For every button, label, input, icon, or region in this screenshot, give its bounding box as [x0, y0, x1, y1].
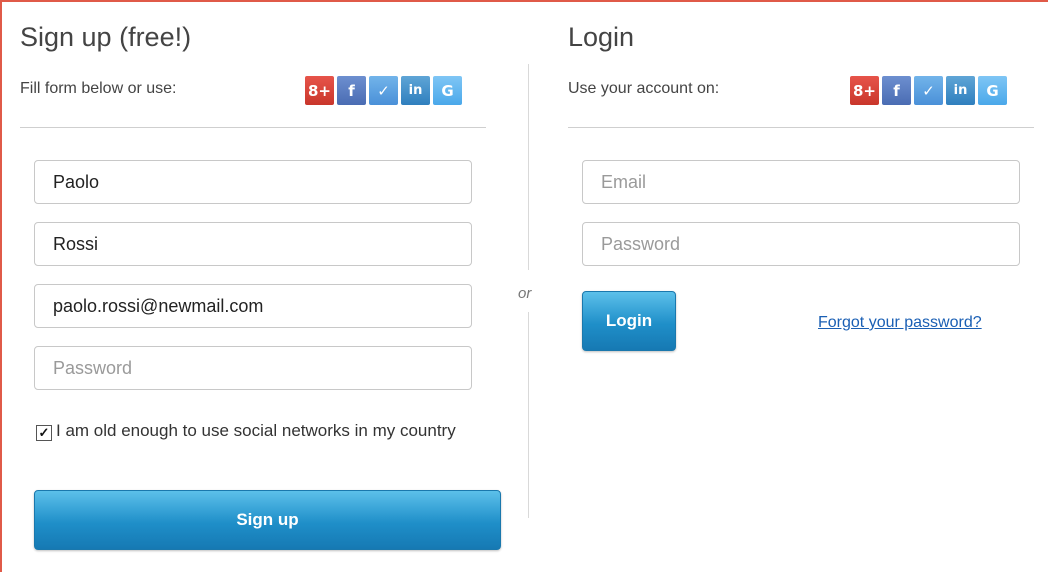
age-checkbox-label: I am old enough to use social networks i…	[56, 421, 456, 440]
google-plus-icon[interactable]: 8+	[850, 76, 879, 105]
first-name-field[interactable]: Paolo	[34, 160, 472, 204]
signup-rule	[20, 127, 486, 128]
login-social-buttons: 8+ f ✓ in G	[850, 76, 1007, 105]
forgot-password-link[interactable]: Forgot your password?	[818, 314, 982, 332]
email-field[interactable]: paolo.rossi@newmail.com	[34, 284, 472, 328]
or-separator: or	[518, 285, 532, 302]
login-email-field[interactable]: Email	[582, 160, 1020, 204]
login-title: Login	[568, 22, 635, 52]
age-confirmation: ✓ I am old enough to use social networks …	[36, 420, 476, 442]
linkedin-icon[interactable]: in	[946, 76, 975, 105]
frame-left-border	[0, 0, 2, 572]
messenger-icon[interactable]: ✓	[369, 76, 398, 105]
frame-top-border	[0, 0, 1048, 2]
google-plus-icon[interactable]: 8+	[305, 76, 334, 105]
signup-title: Sign up (free!)	[20, 22, 192, 52]
login-rule	[568, 127, 1034, 128]
vertical-divider-top	[528, 64, 529, 270]
signup-button[interactable]: Sign up	[34, 490, 501, 550]
google-icon[interactable]: G	[433, 76, 462, 105]
google-icon[interactable]: G	[978, 76, 1007, 105]
vertical-divider-bottom	[528, 312, 529, 518]
signup-social-buttons: 8+ f ✓ in G	[305, 76, 462, 105]
linkedin-icon[interactable]: in	[401, 76, 430, 105]
last-name-field[interactable]: Rossi	[34, 222, 472, 266]
messenger-icon[interactable]: ✓	[914, 76, 943, 105]
login-password-field[interactable]: Password	[582, 222, 1020, 266]
facebook-icon[interactable]: f	[337, 76, 366, 105]
age-checkbox[interactable]: ✓	[36, 425, 52, 441]
signup-subtitle: Fill form below or use:	[20, 80, 177, 97]
login-subtitle: Use your account on:	[568, 80, 720, 97]
facebook-icon[interactable]: f	[882, 76, 911, 105]
signup-password-field[interactable]: Password	[34, 346, 472, 390]
login-button[interactable]: Login	[582, 291, 676, 351]
